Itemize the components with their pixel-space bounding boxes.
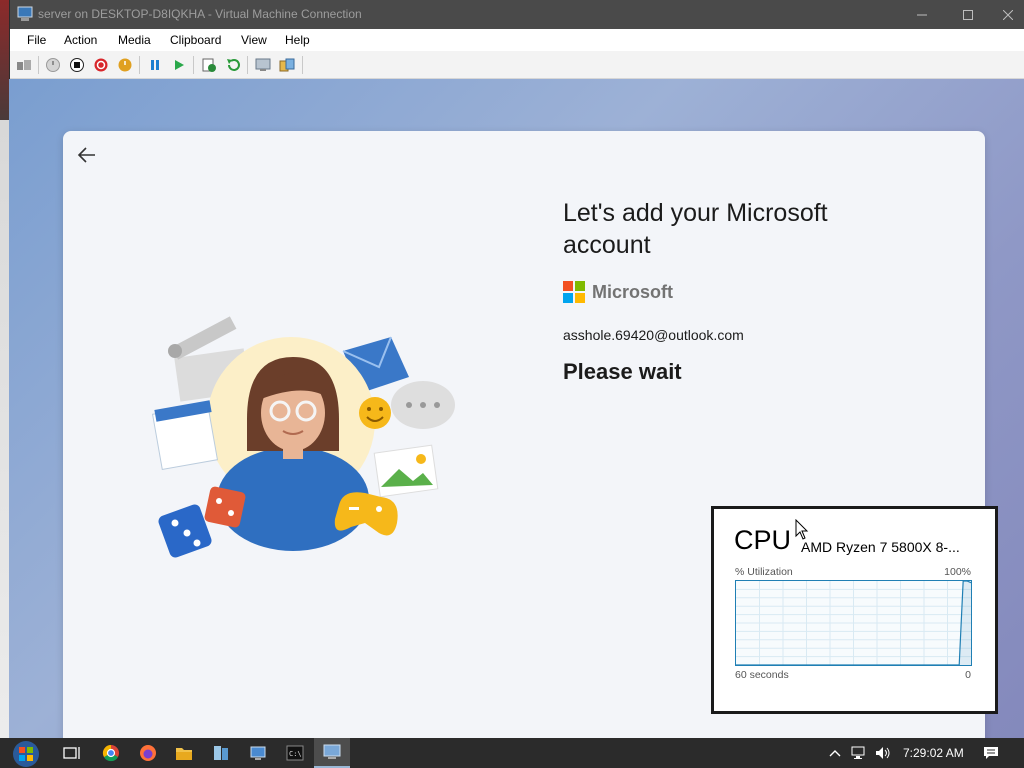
action-center-button[interactable] xyxy=(983,745,999,761)
volume-button[interactable] xyxy=(875,745,891,761)
vm-connection-icon xyxy=(17,6,33,21)
page-title: Let's add your Microsoft account xyxy=(563,199,828,259)
utilization-max: 100% xyxy=(944,566,971,578)
play-icon xyxy=(175,60,184,70)
menu-bar: File Action Media Clipboard View Help xyxy=(10,29,1024,51)
cpu-utilization-graph xyxy=(735,580,972,666)
task-view-icon xyxy=(63,747,80,759)
start-button[interactable] xyxy=(9,739,43,768)
folder-icon xyxy=(176,748,192,760)
cpu-title: CPU xyxy=(734,525,792,555)
menu-clipboard[interactable]: Clipboard xyxy=(170,33,221,47)
svg-text:C:\: C:\ xyxy=(289,750,302,758)
background-window-edge xyxy=(0,0,9,738)
taskbar-chrome[interactable] xyxy=(93,738,129,768)
firefox-icon xyxy=(140,745,156,761)
enhanced-session-button[interactable] xyxy=(254,56,272,74)
show-hidden-icons-button[interactable] xyxy=(827,745,843,761)
revert-icon xyxy=(227,59,240,71)
save-state-icon xyxy=(118,58,132,72)
revert-button[interactable] xyxy=(224,56,242,74)
time-window-label: 60 seconds xyxy=(735,669,789,681)
toolbar xyxy=(10,51,1024,79)
utilization-label: % Utilization xyxy=(735,566,793,578)
cpu-model: AMD Ryzen 7 5800X 8-... xyxy=(801,539,960,555)
task-view-button[interactable] xyxy=(54,738,90,768)
maximize-icon xyxy=(963,9,973,20)
pause-icon xyxy=(151,60,159,70)
ctrl-alt-del-button[interactable] xyxy=(15,56,33,74)
minimize-button[interactable] xyxy=(899,0,945,29)
server-manager-icon xyxy=(214,746,228,760)
turn-off-button[interactable] xyxy=(68,56,86,74)
microsoft-logo: Microsoft xyxy=(563,281,673,303)
time-zero-label: 0 xyxy=(965,669,971,681)
close-button[interactable] xyxy=(991,0,1024,29)
taskbar-firefox[interactable] xyxy=(130,738,166,768)
resume-button[interactable] xyxy=(170,56,188,74)
menu-help[interactable]: Help xyxy=(285,33,310,47)
mouse-cursor xyxy=(795,519,809,540)
menu-view[interactable]: View xyxy=(241,33,267,47)
chevron-up-icon xyxy=(829,750,841,757)
menu-media[interactable]: Media xyxy=(118,33,151,47)
cpu-monitor-widget[interactable]: CPU AMD Ryzen 7 5800X 8-... % Utilizatio… xyxy=(711,506,998,714)
speaker-icon xyxy=(876,747,890,759)
chat-bubble-icon xyxy=(391,381,455,429)
stop-icon xyxy=(70,58,84,72)
network-icon xyxy=(851,746,865,759)
taskbar-file-explorer[interactable] xyxy=(166,738,202,768)
photo-icon xyxy=(373,444,439,498)
enhanced-session-icon xyxy=(255,58,271,71)
welcome-illustration xyxy=(151,316,455,558)
chrome-icon xyxy=(102,744,119,762)
maximize-button[interactable] xyxy=(945,0,991,29)
taskbar: C:\ 7:29:02 AM xyxy=(0,738,1024,768)
close-icon xyxy=(1003,9,1013,20)
pause-button[interactable] xyxy=(146,56,164,74)
start-vm-button[interactable] xyxy=(44,56,62,74)
taskbar-vm-connection[interactable] xyxy=(314,738,350,768)
ctrl-alt-del-icon xyxy=(17,60,31,70)
menu-action[interactable]: Action xyxy=(64,33,97,47)
shutdown-button[interactable] xyxy=(92,56,110,74)
window-title: server on DESKTOP-D8IQKHA - Virtual Mach… xyxy=(38,7,362,21)
microsoft-wordmark: Microsoft xyxy=(592,281,673,302)
save-state-button[interactable] xyxy=(116,56,134,74)
status-message: Please wait xyxy=(563,359,682,384)
title-bar[interactable]: server on DESKTOP-D8IQKHA - Virtual Mach… xyxy=(10,0,1024,29)
taskbar-clock[interactable]: 7:29:02 AM xyxy=(903,746,964,760)
power-off-disabled-icon xyxy=(46,58,60,72)
microsoft-squares-icon xyxy=(563,281,585,303)
account-email: asshole.69420@outlook.com xyxy=(563,327,744,343)
desktop: server on DESKTOP-D8IQKHA - Virtual Mach… xyxy=(0,0,1024,768)
menu-file[interactable]: File xyxy=(27,33,46,47)
back-arrow-icon[interactable] xyxy=(75,143,99,167)
gamepad-icon xyxy=(334,492,398,536)
hyperv-manager-icon xyxy=(250,746,266,760)
network-button[interactable] xyxy=(851,745,867,761)
taskbar-server-manager[interactable] xyxy=(203,738,239,768)
shutdown-icon xyxy=(94,58,108,72)
smiley-icon xyxy=(359,397,391,429)
taskbar-hyperv-manager[interactable] xyxy=(240,738,276,768)
notification-icon xyxy=(984,747,998,759)
command-prompt-icon: C:\ xyxy=(286,745,304,761)
taskbar-command-prompt[interactable]: C:\ xyxy=(277,738,313,768)
dice-icon xyxy=(158,486,246,558)
calendar-icon xyxy=(151,400,219,471)
minimize-icon xyxy=(917,14,927,15)
vm-connection-icon xyxy=(323,744,341,759)
share-icon xyxy=(279,58,295,72)
checkpoint-icon xyxy=(202,58,216,72)
checkpoint-button[interactable] xyxy=(200,56,218,74)
share-button[interactable] xyxy=(278,56,296,74)
